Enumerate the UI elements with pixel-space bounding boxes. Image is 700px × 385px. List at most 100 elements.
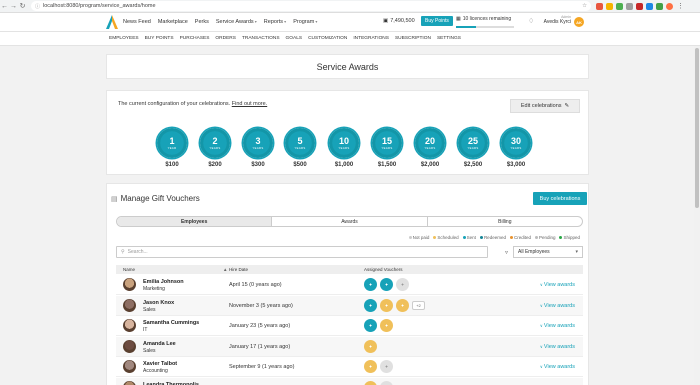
voucher-icon[interactable]: ✦ [396, 278, 409, 291]
sort-icon[interactable]: ▲ [223, 267, 227, 272]
voucher-icon[interactable]: ✦ [364, 319, 377, 332]
voucher-icon[interactable]: ✦ [380, 278, 393, 291]
buy-points-button[interactable]: Buy Points [421, 16, 453, 26]
table-row: Jason Knox Sales November 3 (5 years ago) ✦… [116, 295, 583, 316]
medal-unit: YEARS [381, 145, 393, 150]
voucher-icon[interactable]: ✦ [380, 360, 393, 373]
nav-program[interactable]: Program [293, 19, 317, 25]
nav-news-feed[interactable]: News Feed [123, 19, 151, 25]
nav-reports[interactable]: Reports [264, 19, 286, 25]
points-balance: ▣ 7,490,500 [383, 18, 415, 24]
medal-badge: 1 YEAR [157, 128, 187, 158]
nav-perks[interactable]: Perks [195, 19, 209, 25]
buy-celebrations-button[interactable]: Buy celebrations [533, 192, 587, 205]
address-bar[interactable]: ⓘ localhost:8080/program/service_awards/… [31, 1, 591, 11]
medal-badge: 3 YEARS [243, 128, 273, 158]
subnav-integrations[interactable]: INTEGRATIONS [353, 36, 389, 41]
subnav-transactions[interactable]: TRANSACTIONS [242, 36, 280, 41]
forward-icon[interactable]: → [9, 3, 18, 10]
medal-badge: 15 YEARS [372, 128, 402, 158]
subnav-buy-points[interactable]: BUY POINTS [145, 36, 174, 41]
celebration-medal: 30 YEARS $3,000 [501, 128, 531, 168]
extension-icon[interactable] [646, 2, 653, 10]
menu-icon[interactable]: ⋮ [676, 2, 685, 10]
subnav-purchases[interactable]: PURCHASES [180, 36, 210, 41]
user-name: Avedis Kyrci [543, 19, 571, 25]
employee-department: Accounting [143, 368, 168, 374]
vouchers-title: Manage Gift Vouchers [120, 194, 200, 203]
page-scrollbar[interactable] [694, 46, 700, 385]
licences-indicator[interactable]: ▦ 10 licences remaining [456, 16, 516, 28]
medal-years: 10 [338, 135, 349, 146]
view-awards-link[interactable]: View awards [540, 323, 575, 329]
extension-icon[interactable] [606, 2, 613, 10]
view-awards-link[interactable]: View awards [540, 344, 575, 350]
voucher-icon[interactable]: ✦ [380, 319, 393, 332]
tab-employees[interactable]: Employees [117, 217, 273, 226]
avatar[interactable]: AK [574, 17, 584, 27]
medal-unit: YEARS [209, 145, 221, 150]
more-vouchers-badge[interactable]: +2 [412, 300, 425, 310]
medal-badge: 5 YEARS [285, 128, 315, 158]
subnav-subscription[interactable]: SUBSCRIPTION [395, 36, 431, 41]
logo-icon[interactable] [106, 15, 118, 29]
table-row: Emilia Johnson Marketing April 15 (0 years… [116, 275, 583, 295]
nav-service-awards[interactable]: Service Awards [216, 19, 257, 25]
extension-icon[interactable] [596, 2, 603, 10]
voucher-icon[interactable]: ✦ [364, 298, 377, 312]
edit-celebrations-button[interactable]: Edit celebrations ✎ [510, 99, 580, 113]
medal-years: 5 [297, 135, 303, 146]
view-awards-link[interactable]: View awards [540, 303, 575, 309]
licences-bar-fill [456, 26, 477, 28]
voucher-icon[interactable]: ✦ [396, 298, 409, 312]
scrollbar-thumb[interactable] [695, 48, 699, 208]
subnav-settings[interactable]: SETTINGS [437, 36, 461, 41]
edit-celebrations-label: Edit celebrations [520, 103, 562, 109]
table-header: Name ▲ Hire Date Assigned Vouchers [116, 265, 583, 274]
page-title-card: Service Awards [106, 54, 589, 79]
column-name[interactable]: Name [123, 267, 135, 272]
legend-item: Credited [510, 235, 531, 240]
celebration-medal: 10 YEARS $1,000 [329, 128, 359, 168]
extension-icon[interactable] [616, 2, 623, 10]
subnav-customization[interactable]: CUSTOMIZATION [308, 36, 347, 41]
tab-billing[interactable]: Billing [428, 217, 582, 226]
find-out-more-link[interactable]: Find out more. [232, 101, 267, 107]
medal-unit: YEARS [252, 145, 264, 150]
subnav-employees[interactable]: EMPLOYEES [109, 36, 139, 41]
table-row: Samantha Cummings IT January 23 (5 years a… [116, 316, 583, 336]
url-text: localhost:8080/program/service_awards/ho… [43, 3, 156, 9]
bell-icon[interactable]: ♢ [528, 17, 534, 25]
subnav-goals[interactable]: GOALS [286, 36, 303, 41]
voucher-icon[interactable]: ✦ [380, 298, 393, 312]
voucher-icon[interactable]: ✦ [380, 380, 393, 385]
medal-badge: 30 YEARS [501, 128, 531, 158]
user-menu[interactable]: Admin Avedis Kyrci [541, 15, 571, 25]
reload-icon[interactable]: ↻ [18, 2, 27, 10]
voucher-icon[interactable]: ✦ [364, 360, 377, 373]
nav-marketplace[interactable]: Marketplace [158, 19, 188, 25]
employee-department: Sales [143, 347, 156, 354]
celebration-medal: 25 YEARS $2,500 [458, 128, 488, 168]
back-icon[interactable]: ← [0, 3, 9, 10]
column-hire-date[interactable]: Hire Date [229, 267, 248, 272]
profile-icon[interactable] [666, 2, 673, 10]
extension-icon[interactable] [656, 2, 663, 10]
view-awards-link[interactable]: View awards [540, 364, 575, 370]
voucher-icon[interactable]: ✦ [364, 278, 377, 291]
view-awards-link[interactable]: View awards [540, 282, 575, 288]
extension-icon[interactable] [626, 2, 633, 10]
medal-amount: $100 [165, 162, 179, 168]
voucher-icon[interactable]: ✦ [364, 339, 377, 353]
extension-icon[interactable] [636, 2, 643, 10]
subnav-orders[interactable]: ORDERS [215, 36, 236, 41]
star-icon[interactable]: ☆ [582, 3, 587, 9]
voucher-icon[interactable]: ✦ [364, 380, 377, 385]
licence-icon: ▦ [456, 16, 461, 22]
employee-filter-select[interactable]: All Employees [513, 246, 583, 258]
medal-amount: $1,000 [334, 162, 354, 168]
search-input[interactable]: ⚲ Search... [116, 246, 488, 258]
medal-badge: 2 YEARS [200, 128, 230, 158]
edit-icon: ✎ [564, 103, 570, 109]
tab-awards[interactable]: Awards [272, 217, 428, 226]
